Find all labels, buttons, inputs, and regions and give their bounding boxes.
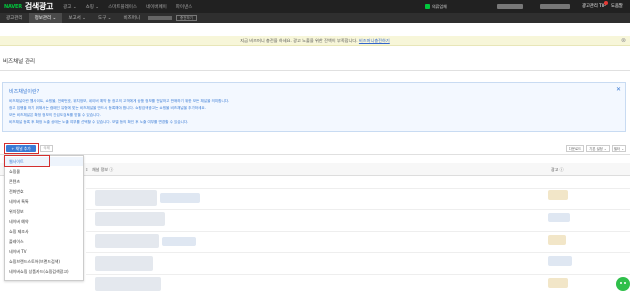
notice-link[interactable]: 비즈머니충전하기 — [359, 38, 390, 43]
notice-text: 지금 비즈머니 충전을 하세요. 광고 노출을 위한 잔액이 부족합니다. — [240, 38, 358, 43]
dropdown-item-place[interactable]: 플레이스 — [5, 237, 83, 246]
redacted-info — [540, 4, 570, 9]
highlight-frame — [4, 143, 39, 154]
table-cell — [548, 278, 568, 288]
basic-settings-dropdown[interactable]: 기본 설정 ⌄ — [586, 145, 610, 152]
close-icon[interactable]: ⊗ — [621, 36, 626, 46]
dropdown-item-brandstore[interactable]: 쇼핑브랜드스토어(브랜드검색) — [5, 257, 83, 266]
top-nav-naverpay[interactable]: 네이버페이 — [146, 4, 167, 10]
table-row-divider — [86, 209, 630, 210]
info-line: 모든 비즈채널은 확정 정보의 간섭도검토를 받을 수 있습니다. — [9, 113, 101, 117]
table-cell — [548, 213, 570, 222]
toolbar — [0, 142, 630, 155]
table-row[interactable] — [95, 190, 157, 206]
chatbot-eye-icon — [620, 282, 622, 284]
account-label: 의류업체 — [432, 3, 447, 9]
table-cell — [548, 256, 572, 266]
redacted-info — [497, 4, 523, 9]
divider — [0, 70, 630, 71]
notice-banner: 지금 비즈머니 충전을 하세요. 광고 노출을 위한 잔액이 부족합니다. 비즈… — [0, 36, 630, 46]
menu-bizmoney[interactable]: 비즈머니 — [117, 13, 146, 23]
menu-tools[interactable]: 도구 ⌄ — [92, 13, 117, 23]
table-row[interactable] — [95, 256, 153, 271]
dropdown-item-productcard[interactable]: 네이버쇼핑 상품카드(쇼핑검색광고) — [5, 267, 83, 276]
table-row[interactable] — [95, 212, 165, 226]
highlight-frame — [4, 155, 50, 167]
top-nav-shopping[interactable]: 쇼핑 ⌄ — [86, 4, 99, 10]
table-row-divider — [86, 188, 630, 189]
notification-dot-icon — [604, 1, 608, 5]
table-row-divider — [86, 231, 630, 232]
filter-dropdown[interactable]: 필터 ⌄ — [612, 145, 626, 152]
download-button[interactable]: 다운로드 — [566, 145, 584, 152]
tip-link[interactable]: 광고관리 TIP — [582, 3, 606, 9]
menu-info-management[interactable]: 정보관리 ⌄ — [28, 13, 63, 23]
chatbot-eye-icon — [624, 282, 626, 284]
table-cell — [548, 235, 566, 245]
product-title[interactable]: 검색광고 — [25, 1, 54, 12]
top-bar: NAVER 검색광고 광고 ⌄ 쇼핑 ⌄ 스마트플레이스 네이버페이 파이낸스 … — [0, 0, 630, 13]
top-nav-ad[interactable]: 광고 ⌄ — [63, 4, 76, 10]
dropdown-item-booking[interactable]: 네이버 예약 — [5, 217, 83, 226]
charge-button[interactable]: 충전하기 — [176, 15, 197, 21]
delete-button[interactable]: 삭제 — [40, 145, 53, 152]
dropdown-item-location[interactable]: 위치정보 — [5, 207, 83, 216]
table-cell — [548, 190, 568, 200]
account-selector[interactable]: 의류업체 — [425, 3, 447, 10]
redacted-info — [148, 16, 172, 20]
table-row-divider — [86, 252, 630, 253]
dropdown-item-shoppingmall[interactable]: 쇼핑몰 — [5, 167, 83, 176]
menu-ad-management[interactable]: 광고관리 — [0, 13, 29, 23]
page-title: 비즈채널 관리 — [3, 59, 36, 65]
info-line: 비즈채널 등록 후 확정 노출 상태는 노출 여부를 선택할 수 있습니다. 모… — [9, 120, 189, 124]
top-nav-finance[interactable]: 파이낸스 — [176, 4, 193, 10]
account-status-icon — [425, 4, 430, 9]
channel-type-dropdown: 웹사이트 쇼핑몰 콘텐츠 전화번호 네이버 톡톡 위치정보 네이버 예약 쇼핑 … — [4, 155, 84, 281]
sort-icon[interactable]: ⇕ — [85, 167, 88, 172]
column-channel-info[interactable]: 채널 정보 ⓘ — [92, 167, 113, 173]
table-row[interactable] — [95, 234, 159, 248]
info-line: 광고 집행을 하기 위해서는 캠페인 유형에 맞는 비즈채널을 반드시 등록해야… — [9, 106, 206, 110]
dropdown-item-phone[interactable]: 전화번호 — [5, 187, 83, 196]
table-row — [162, 237, 196, 246]
chatbot-icon[interactable] — [616, 277, 630, 291]
info-line: 비즈채널이란 웹사이트, 쇼핑몰, 전화번호, 위치정보, 네이버 예약 등 광… — [9, 99, 230, 103]
dropdown-item-manufacturer[interactable]: 쇼핑 제조사 — [5, 227, 83, 236]
close-icon[interactable]: ✕ — [616, 86, 621, 93]
menu-reports[interactable]: 보고서 ⌄ — [62, 13, 92, 23]
info-box-title: 비즈채널이란? — [9, 89, 40, 95]
column-ads[interactable]: 광고 ⓘ — [551, 167, 564, 173]
help-link[interactable]: 도움말 — [611, 3, 623, 9]
table-row — [160, 193, 200, 203]
main-menu: 광고관리 정보관리 ⌄ 보고서 ⌄ 도구 ⌄ 비즈머니 충전하기 — [0, 13, 630, 23]
dropdown-item-navertv[interactable]: 네이버 TV — [5, 247, 83, 256]
naver-logo[interactable]: NAVER — [4, 4, 22, 10]
dropdown-item-content[interactable]: 콘텐츠 — [5, 177, 83, 186]
info-box: 비즈채널이란? ✕ 비즈채널이란 웹사이트, 쇼핑몰, 전화번호, 위치정보, … — [2, 82, 626, 132]
top-nav-smartplace[interactable]: 스마트플레이스 — [108, 4, 137, 10]
dropdown-item-talktalk[interactable]: 네이버 톡톡 — [5, 197, 83, 206]
top-nav: 광고 ⌄ 쇼핑 ⌄ 스마트플레이스 네이버페이 파이낸스 — [63, 4, 192, 10]
table-row-divider — [86, 274, 630, 275]
table-row[interactable] — [95, 277, 161, 291]
